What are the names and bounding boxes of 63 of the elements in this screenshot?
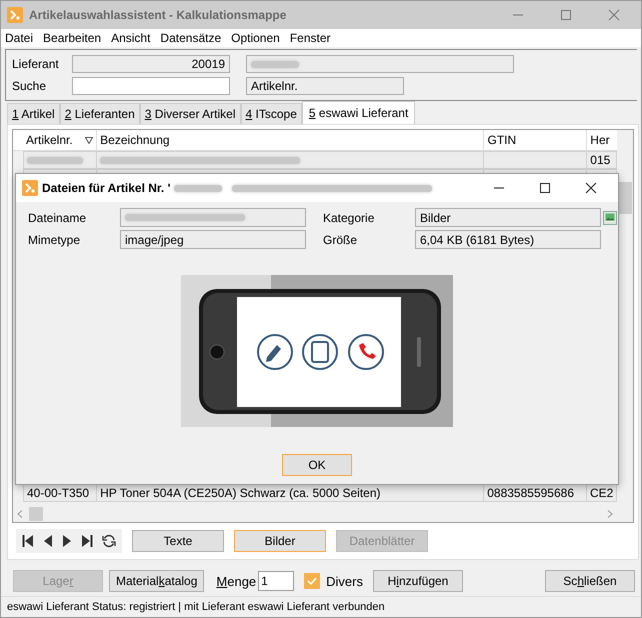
next-record-icon[interactable] [62,534,72,548]
sort-icon [85,136,94,144]
table-cell: CE2 [587,484,617,502]
tab[interactable]: 4 ITscope [240,103,302,124]
ok-button[interactable]: OK [282,454,352,476]
menu-item[interactable]: Optionen [231,31,280,45]
redacted-text [27,156,83,164]
menu-item[interactable]: Fenster [290,31,331,45]
field-label: Suche [12,79,48,93]
quantity-label: Menge [216,574,256,588]
window-title: Artikelauswahlassistent - Kalkulationsmappe [29,8,286,22]
close-icon[interactable] [585,182,597,194]
app-logo-icon [7,7,23,23]
app-logo-icon [22,180,38,196]
first-record-icon[interactable] [22,534,34,548]
search-field[interactable] [72,77,230,95]
add-button[interactable]: Hinzufügen [373,570,463,592]
value-field: image/jpeg [120,230,306,249]
table-cell: HP Toner 504A (CE250A) Schwarz (ca. 5000 Seiten) [97,484,484,502]
refresh-icon[interactable] [102,534,116,548]
search-by-field[interactable]: Artikelnr. [246,77,404,95]
quantity-field[interactable]: 1 [258,571,294,591]
checkbox[interactable] [304,573,320,589]
tab[interactable]: 5 eswawi Lieferant [302,101,416,124]
column-header[interactable]: Her [587,130,617,150]
table-cell: 015 [587,151,617,169]
checkbox-label: Divers [326,574,363,588]
previous-record-icon[interactable] [43,534,53,548]
last-record-icon[interactable] [81,534,93,548]
menu-item[interactable]: Ansicht [111,31,150,45]
table-cell: 0883585595686 [484,484,587,502]
menu-item[interactable]: Datei [5,31,34,45]
value-field: 6,04 KB (6181 Bytes) [415,230,601,249]
dialog-title: Dateien für Artikel Nr. ' [42,181,170,195]
field-label: Mimetype [28,232,82,246]
redacted-text [174,184,222,192]
view-button[interactable]: Texte [132,530,224,552]
tab[interactable]: 1 Artikel [7,103,60,124]
field-label: Größe [323,232,358,246]
close-button[interactable]: Schließen [545,570,635,592]
field-label: Kategorie [323,210,376,224]
scroll-left-icon[interactable] [17,510,23,518]
column-header[interactable]: Bezeichnung [97,130,484,150]
column-header[interactable]: Artikelnr. [23,130,98,150]
tab[interactable]: 2 Lieferanten [60,103,140,124]
scrollbar-thumb[interactable] [618,182,632,214]
status-text: eswawi Lieferant Status: registriert | mit Lieferant eswawi Lieferant verbunden [7,601,385,613]
scroll-right-icon[interactable] [607,510,613,518]
scrollbar-thumb[interactable] [29,507,43,521]
table-cell: 40-00-T350 [23,484,98,502]
column-header[interactable]: GTIN [484,130,588,150]
category-field: Bilder [415,208,601,227]
menu-item[interactable]: Bearbeiten [43,31,102,45]
menu-item[interactable]: Datensätze [160,31,222,45]
view-button[interactable]: Bilder [234,530,326,552]
field-label: Lieferant [12,57,60,71]
redacted-text [251,60,299,68]
maximize-icon[interactable] [539,182,551,194]
supplier-number-field: 20019 [72,55,230,73]
field-label: Dateiname [28,210,88,224]
catalog-button[interactable]: Materialkatalog [109,570,204,592]
image-icon[interactable] [603,210,617,224]
tab[interactable]: 3 Diverser Artikel [140,103,240,124]
